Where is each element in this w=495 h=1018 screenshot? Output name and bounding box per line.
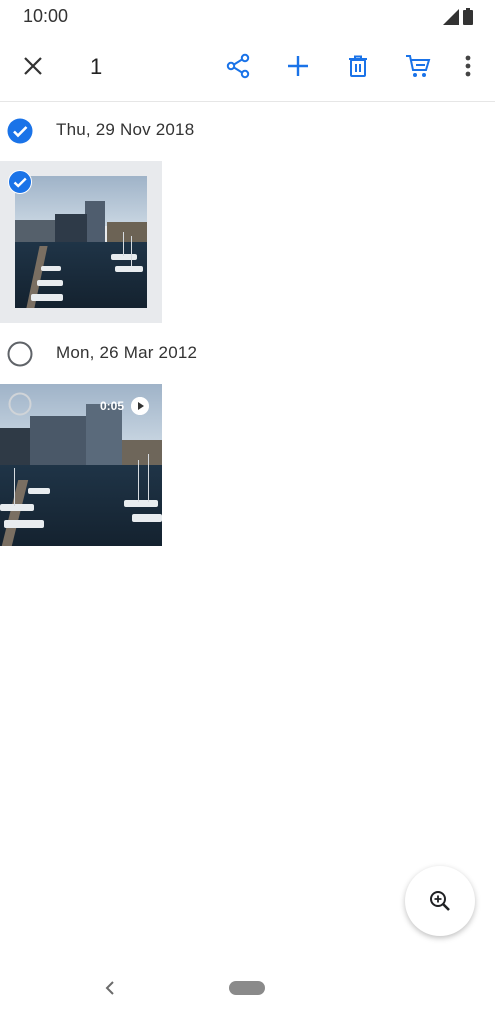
photo-boat	[124, 500, 158, 507]
photo-boat	[0, 504, 34, 511]
photo-building	[107, 222, 147, 242]
photo-building	[55, 214, 87, 244]
photo-mast	[131, 236, 132, 266]
play-icon	[131, 397, 149, 415]
check-circle-icon[interactable]	[8, 170, 32, 194]
photo-boat	[4, 520, 44, 528]
photo-mast	[138, 460, 139, 502]
photo-boat	[111, 254, 137, 260]
unchecked-circle-icon[interactable]	[7, 341, 33, 367]
unchecked-circle-icon[interactable]	[8, 392, 32, 416]
video-duration: 0:05	[100, 399, 125, 413]
photo-mast	[148, 454, 149, 502]
photo-boat	[115, 266, 143, 272]
delete-button[interactable]	[338, 46, 378, 86]
photo-mast	[14, 468, 15, 506]
divider	[0, 101, 495, 102]
zoom-in-icon	[430, 891, 450, 911]
photo-thumbnail-marina[interactable]	[15, 176, 147, 308]
date-header-group-2[interactable]: Mon, 26 Mar 2012	[0, 333, 495, 373]
add-button[interactable]	[278, 46, 318, 86]
status-icons	[443, 8, 473, 25]
date-label: Mon, 26 Mar 2012	[56, 343, 198, 362]
selected-count: 1	[90, 54, 103, 79]
close-button[interactable]	[13, 46, 53, 86]
zoom-button[interactable]	[405, 866, 475, 936]
more-options-button[interactable]	[448, 46, 488, 86]
signal-icon	[443, 9, 459, 25]
home-pill[interactable]	[229, 981, 265, 995]
back-icon[interactable]	[102, 976, 118, 1000]
more-vert-icon	[465, 55, 471, 77]
battery-icon	[463, 8, 473, 25]
photo-boat	[41, 266, 61, 271]
check-circle-icon[interactable]	[7, 118, 33, 144]
close-icon	[24, 57, 42, 75]
selection-action-bar: 1	[0, 32, 495, 100]
cart-icon	[406, 55, 431, 77]
share-icon	[226, 53, 250, 79]
photo-mast	[123, 232, 124, 256]
photo-boat	[31, 294, 63, 301]
photo-boat	[28, 488, 50, 494]
status-time: 10:00	[23, 6, 69, 26]
order-prints-button[interactable]	[398, 46, 438, 86]
photo-boat	[132, 514, 162, 522]
photo-building	[85, 201, 105, 243]
status-bar: 10:00	[0, 0, 495, 32]
delete-icon	[349, 55, 367, 77]
date-header-group-1[interactable]: Thu, 29 Nov 2018	[0, 110, 495, 150]
share-button[interactable]	[218, 46, 258, 86]
add-icon	[288, 56, 308, 76]
photo-boat	[37, 280, 63, 286]
photo-building	[15, 220, 55, 244]
date-label: Thu, 29 Nov 2018	[56, 120, 195, 139]
